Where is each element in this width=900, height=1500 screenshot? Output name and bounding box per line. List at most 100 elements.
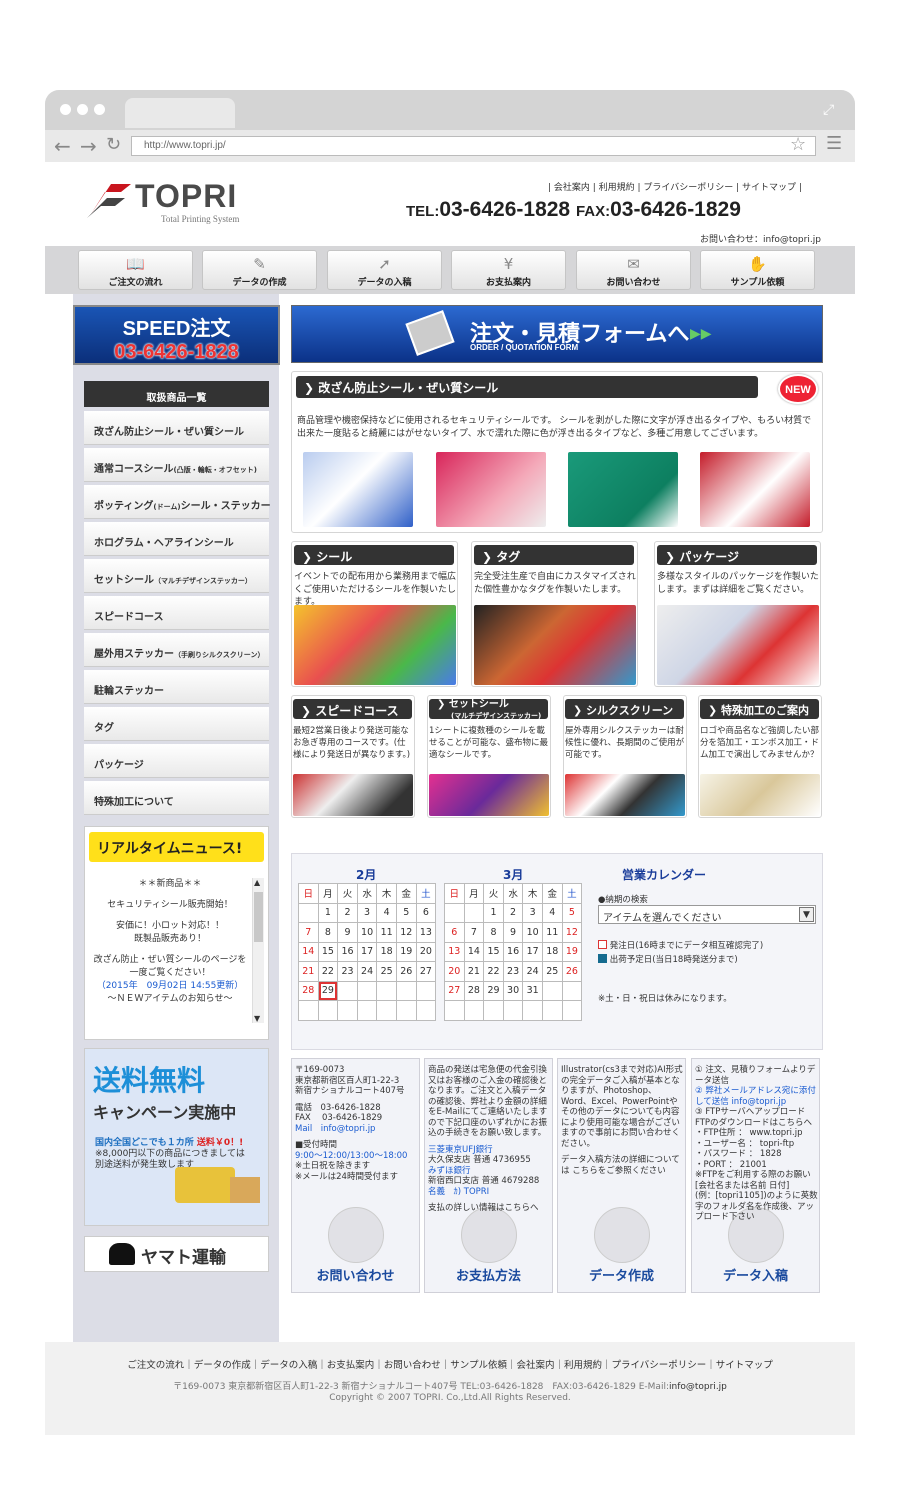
sidebar-item-speed[interactable]: スピードコース xyxy=(84,596,269,630)
day-cell[interactable]: 29 xyxy=(317,980,339,1001)
day-cell[interactable]: 19 xyxy=(561,941,583,962)
info-payment[interactable]: 商品の発送は宅急便の代金引換又はお客様のご入金の確認後となります。ご注文と入稿デ… xyxy=(424,1058,553,1293)
sidebar-item-hologram[interactable]: ホログラム・ヘアラインシール xyxy=(84,522,269,556)
day-cell[interactable]: 9 xyxy=(337,922,358,943)
day-cell[interactable]: 7 xyxy=(463,922,485,943)
day-cell[interactable]: 25 xyxy=(541,961,563,982)
contact-mail[interactable]: お問い合わせ：info@topri.jp xyxy=(700,232,821,245)
footer-nav[interactable]: ご注文の流れ｜データの作成｜データの入稿｜お支払案内｜お問い合わせ｜サンプル依頼… xyxy=(45,1357,855,1371)
scroll-thumb[interactable] xyxy=(254,892,263,942)
day-cell[interactable]: 26 xyxy=(561,961,583,982)
nav-data-submit[interactable]: ➚ データの入稿 xyxy=(327,250,442,290)
day-cell[interactable]: 4 xyxy=(376,902,397,923)
scroll-up-icon[interactable]: ▲ xyxy=(254,878,260,887)
menu-icon[interactable]: ☰ xyxy=(826,133,842,154)
day-cell[interactable]: 14 xyxy=(298,941,319,962)
day-cell[interactable]: 1 xyxy=(317,902,339,923)
window-dot-icon[interactable] xyxy=(77,104,88,115)
sidebar-item-set-seal[interactable]: セットシール（マルチデザインステッカー） xyxy=(84,559,269,593)
reload-icon[interactable]: ↻ xyxy=(106,134,121,155)
sidebar-item-normal-seal[interactable]: 通常コースシール(凸版・輪転・オフセット) xyxy=(84,448,269,482)
news-line[interactable]: 改ざん防止・ぜい質シールのページを xyxy=(90,954,250,967)
chevron-down-icon[interactable]: ▼ xyxy=(799,907,814,922)
day-cell[interactable]: 12 xyxy=(561,922,583,943)
item-select[interactable]: アイテムを選んでください ▼ xyxy=(598,905,816,924)
day-cell[interactable]: 15 xyxy=(483,941,504,962)
day-cell[interactable]: 3 xyxy=(356,902,378,923)
day-cell[interactable]: 3 xyxy=(522,902,543,923)
sidebar-item-potting[interactable]: ポッティング(ドーム)シール・ステッカー xyxy=(84,485,271,519)
day-cell[interactable]: 14 xyxy=(463,941,485,962)
day-cell[interactable]: 6 xyxy=(415,902,437,923)
day-cell[interactable]: 8 xyxy=(483,922,504,943)
day-cell[interactable]: 20 xyxy=(415,941,437,962)
sidebar-item-package[interactable]: パッケージ xyxy=(84,744,269,778)
address-bar[interactable]: http://www.topri.jp/ xyxy=(131,136,816,156)
day-cell[interactable]: 24 xyxy=(356,961,378,982)
day-cell[interactable]: 13 xyxy=(415,922,437,943)
day-cell[interactable]: 29 xyxy=(483,980,504,1001)
day-cell[interactable]: 18 xyxy=(541,941,563,962)
nav-contact[interactable]: ✉ お問い合わせ xyxy=(576,250,691,290)
day-cell[interactable]: 26 xyxy=(395,961,417,982)
day-cell[interactable]: 11 xyxy=(376,922,397,943)
scroll-down-icon[interactable]: ▼ xyxy=(254,1014,260,1023)
day-cell[interactable]: 12 xyxy=(395,922,417,943)
day-cell[interactable]: 30 xyxy=(502,980,524,1001)
day-cell[interactable]: 10 xyxy=(356,922,378,943)
header-links[interactable]: | 会社案内 | 利用規約 | プライバシーポリシー | サイトマップ | xyxy=(548,180,802,193)
sidebar-item-special[interactable]: 特殊加工について xyxy=(84,781,269,815)
day-cell[interactable]: 27 xyxy=(444,980,465,1001)
day-cell[interactable]: 17 xyxy=(522,941,543,962)
day-cell[interactable]: 2 xyxy=(502,902,524,923)
day-cell[interactable]: 9 xyxy=(502,922,524,943)
feature-heading[interactable]: ❯ 改ざん防止シール・ぜい質シール xyxy=(296,376,758,398)
day-cell[interactable]: 5 xyxy=(561,902,583,923)
day-cell[interactable]: 25 xyxy=(376,961,397,982)
day-cell[interactable]: 11 xyxy=(541,922,563,943)
day-cell[interactable]: 20 xyxy=(444,961,465,982)
day-cell[interactable]: 7 xyxy=(298,922,319,943)
speed-order-banner[interactable]: SPEED注文 03-6426-1828 xyxy=(73,305,280,365)
day-cell[interactable]: 22 xyxy=(483,961,504,982)
nav-sample[interactable]: ✋ サンプル依頼 xyxy=(700,250,815,290)
yamato-banner[interactable]: ヤマト運輸 xyxy=(84,1236,269,1272)
day-cell[interactable]: 19 xyxy=(395,941,417,962)
info-contact[interactable]: 〒169-0073 東京都新宿区百人町1-22-3 新宿ナショナルコート407号 電話… xyxy=(291,1058,420,1293)
window-dot-icon[interactable] xyxy=(60,104,71,115)
expand-icon[interactable]: ⤢ xyxy=(823,102,834,118)
day-cell[interactable]: 16 xyxy=(502,941,524,962)
info-data-create[interactable]: Illustrator(cs3まで対応)AI形式の完全データご入稿が基本となりま… xyxy=(557,1058,686,1293)
sidebar-item-security-seal[interactable]: 改ざん防止シール・ぜい質シール xyxy=(84,411,269,445)
day-cell[interactable]: 21 xyxy=(463,961,485,982)
forward-icon[interactable]: → xyxy=(80,134,97,158)
browser-tab[interactable] xyxy=(125,98,235,128)
sidebar-item-bicycle[interactable]: 駐輪ステッカー xyxy=(84,670,269,704)
day-cell[interactable]: 4 xyxy=(541,902,563,923)
day-cell[interactable]: 31 xyxy=(522,980,543,1001)
day-cell[interactable]: 5 xyxy=(395,902,417,923)
day-cell[interactable]: 1 xyxy=(483,902,504,923)
window-dot-icon[interactable] xyxy=(94,104,105,115)
day-cell[interactable]: 8 xyxy=(317,922,339,943)
info-payment-button[interactable]: お支払方法 xyxy=(425,1265,552,1284)
day-cell[interactable]: 6 xyxy=(444,922,465,943)
day-cell[interactable]: 15 xyxy=(317,941,339,962)
sidebar-item-outdoor[interactable]: 屋外用ステッカー（手刷りシルクスクリーン） xyxy=(84,633,269,667)
day-cell[interactable]: 18 xyxy=(376,941,397,962)
day-cell[interactable]: 28 xyxy=(463,980,485,1001)
order-form-banner[interactable]: 注文・見積フォームへ ORDER / QUOTATION FORM ▶▶ xyxy=(291,305,823,363)
day-cell[interactable]: 27 xyxy=(415,961,437,982)
day-cell[interactable]: 21 xyxy=(298,961,319,982)
day-cell[interactable]: 13 xyxy=(444,941,465,962)
back-icon[interactable]: ← xyxy=(54,134,71,158)
day-cell[interactable]: 16 xyxy=(337,941,358,962)
info-contact-button[interactable]: お問い合わせ xyxy=(292,1265,419,1284)
nav-payment[interactable]: ¥ お支払案内 xyxy=(451,250,566,290)
nav-order-flow[interactable]: 📖 ご注文の流れ xyxy=(78,250,193,290)
nav-data-create[interactable]: ✎ データの作成 xyxy=(202,250,317,290)
info-data-submit-button[interactable]: データ入稿 xyxy=(692,1265,819,1284)
day-cell[interactable]: 2 xyxy=(337,902,358,923)
info-data-create-button[interactable]: データ作成 xyxy=(558,1265,685,1284)
day-cell[interactable]: 10 xyxy=(522,922,543,943)
